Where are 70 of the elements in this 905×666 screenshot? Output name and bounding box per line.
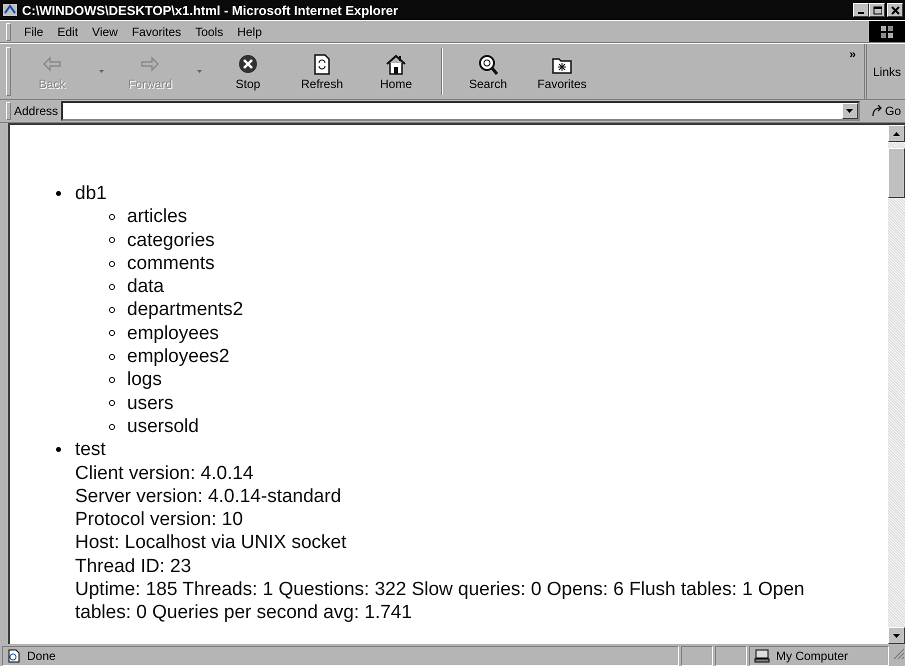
go-arrow-icon [870,105,883,117]
favorites-button[interactable]: Favorites [525,44,599,99]
computer-icon [754,649,770,663]
menu-item[interactable]: File [17,22,50,40]
address-label: Address [14,104,58,118]
table-name: employees [127,322,219,346]
status-pane [715,646,747,666]
go-button[interactable]: Go [862,104,905,118]
maximize-button[interactable] [869,3,885,17]
address-field[interactable] [61,101,860,121]
stop-button[interactable]: Stop [211,44,285,99]
server-info-line: Uptime: 185 Threads: 1 Questions: 322 Slow queries: 0 Opens: 6 Flush tables: 1 Open tables: 0 Queries per second avg: 1.741 [75,578,806,625]
app-icon [2,2,18,18]
more-chevron[interactable]: » [843,44,862,64]
zone-text: My Computer [776,649,848,663]
circle-bullet-icon [109,354,115,360]
close-icon [890,6,900,14]
table-name: articles [127,205,188,229]
search-button[interactable]: Search [451,44,525,99]
circle-bullet-icon [109,330,115,336]
server-info-line: Host: Localhost via UNIX socket [75,531,348,555]
status-text: Done [27,649,56,663]
server-info-line: Thread ID: 23 [75,554,192,578]
page-icon [7,649,21,663]
server-info-line: Protocol version: 10 [75,508,244,532]
bullet-icon [56,191,61,196]
minimize-button[interactable] [853,3,869,17]
close-button[interactable] [887,3,903,17]
circle-bullet-icon [109,284,115,290]
circle-bullet-icon [109,214,115,220]
stop-icon [236,52,260,74]
caret-icon [196,70,202,73]
status-pane [681,646,713,666]
circle-bullet-icon [109,260,115,267]
window-title: C:\WINDOWS\DESKTOP\x1.html - Microsoft Internet Explorer [22,2,400,18]
database-name: db1 [75,182,107,206]
menu-item[interactable]: View [85,22,125,40]
maximize-icon [872,6,882,14]
circle-bullet-icon [109,377,115,384]
server-info-line: Client version: 4.0.14 [75,462,254,485]
scroll-up-icon[interactable] [893,132,900,136]
menu-item[interactable]: Favorites [124,22,188,40]
table-name: employees2 [127,345,230,368]
database-name: test [75,438,106,462]
caret-icon [98,70,104,73]
scroll-thumb[interactable] [888,148,905,198]
table-name: departments2 [127,298,244,322]
table-name: categories [127,228,215,252]
circle-bullet-icon [109,424,115,430]
circle-bullet-icon [109,307,115,314]
table-name: comments [127,252,215,276]
circle-bullet-icon [109,400,115,406]
dropdown-arrow-icon[interactable] [846,109,854,113]
menu-item[interactable]: Edit [50,22,86,40]
search-icon [476,52,500,74]
scroll-down-icon[interactable] [893,634,900,638]
minimize-icon [858,12,864,14]
circle-bullet-icon [109,237,115,244]
bullet-icon [56,447,61,452]
home-button[interactable]: Home [359,44,433,99]
server-info-line: Server version: 4.0.14-standard [75,484,342,508]
menu-item[interactable]: Help [230,22,269,40]
home-icon [384,52,408,74]
resize-grip-icon[interactable] [891,646,905,660]
menu-item[interactable]: Tools [188,22,230,40]
table-name: usersold [127,414,199,438]
table-name: logs [127,368,162,392]
table-name: users [127,392,174,415]
table-name: data [127,275,164,298]
refresh-button[interactable]: Refresh [285,44,359,99]
